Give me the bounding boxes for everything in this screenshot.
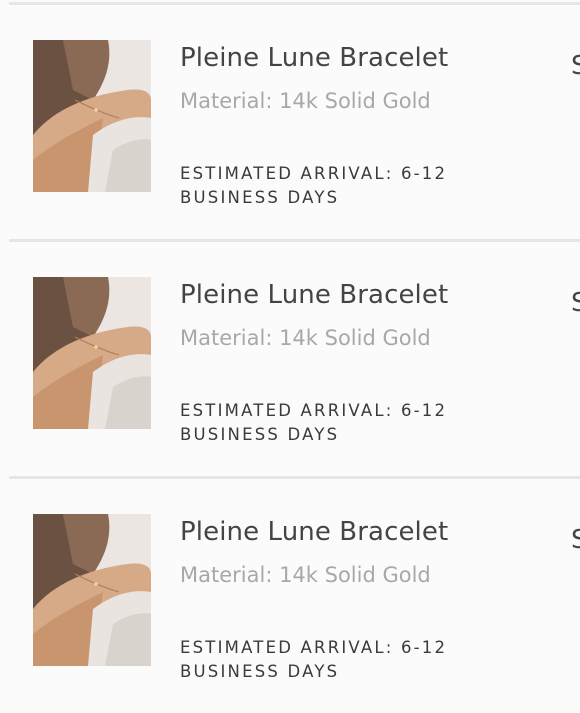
product-title[interactable]: Pleine Lune Bracelet	[180, 43, 448, 73]
estimated-arrival: ESTIMATED ARRIVAL: 6-12 BUSINESS DAYS	[180, 164, 448, 207]
bracelet-photo-icon	[33, 277, 151, 429]
price-cutoff-text: S	[571, 288, 580, 318]
product-material: Material: 14k Solid Gold	[180, 326, 431, 350]
estimated-arrival: ESTIMATED ARRIVAL: 6-12 BUSINESS DAYS	[180, 638, 448, 681]
cart-item[interactable]: Pleine Lune Bracelet Material: 14k Solid…	[0, 477, 580, 713]
product-title[interactable]: Pleine Lune Bracelet	[180, 517, 448, 547]
product-material: Material: 14k Solid Gold	[180, 89, 431, 113]
product-thumbnail[interactable]	[33, 277, 151, 429]
cart-item[interactable]: Pleine Lune Bracelet Material: 14k Solid…	[0, 3, 580, 239]
product-material: Material: 14k Solid Gold	[180, 563, 431, 587]
cart-item[interactable]: Pleine Lune Bracelet Material: 14k Solid…	[0, 240, 580, 476]
product-thumbnail[interactable]	[33, 40, 151, 192]
product-thumbnail[interactable]	[33, 514, 151, 666]
estimated-arrival: ESTIMATED ARRIVAL: 6-12 BUSINESS DAYS	[180, 401, 448, 444]
bracelet-photo-icon	[33, 40, 151, 192]
price-cutoff-text: S	[571, 51, 580, 81]
product-title[interactable]: Pleine Lune Bracelet	[180, 280, 448, 310]
bracelet-photo-icon	[33, 514, 151, 666]
price-cutoff-text: S	[571, 525, 580, 555]
